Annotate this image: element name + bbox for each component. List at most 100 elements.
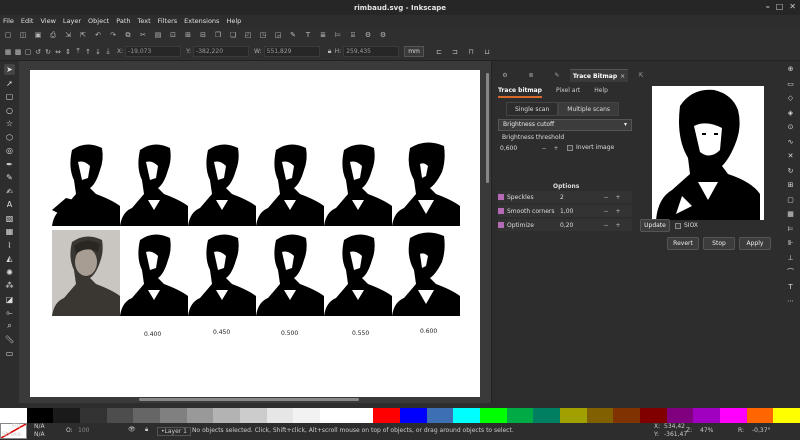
fill-stroke-icon[interactable]: ✎: [288, 30, 298, 40]
update-button[interactable]: Update: [640, 219, 670, 232]
document-properties-icon[interactable]: ⚙: [363, 30, 373, 40]
menu-text[interactable]: Text: [138, 17, 151, 25]
pen-tool-icon[interactable]: ✒: [4, 159, 15, 170]
snap-midpoints-icon[interactable]: ◈: [786, 108, 796, 118]
snap-page-icon[interactable]: ▢: [786, 195, 796, 205]
3d-box-tool-icon[interactable]: ⬡: [4, 132, 15, 143]
minus-icon[interactable]: −: [538, 145, 550, 152]
color-swatch[interactable]: [640, 408, 667, 423]
ungroup-icon[interactable]: ◲: [273, 30, 283, 40]
raise-icon[interactable]: ↑: [83, 47, 93, 57]
lock-ratio-icon[interactable]: 🔒︎: [325, 47, 335, 57]
snap-distribution-icon[interactable]: ⊪: [786, 238, 796, 248]
snap-alignment-icon[interactable]: ⊨: [786, 224, 796, 234]
paste-icon[interactable]: ▤: [153, 30, 163, 40]
detection-mode-select[interactable]: Brightness cutoff ▾: [498, 119, 632, 131]
text-tool-icon[interactable]: A: [4, 199, 15, 210]
color-swatch[interactable]: [266, 408, 294, 423]
move-patterns-icon[interactable]: ⊔: [482, 47, 492, 57]
clone-icon[interactable]: ❏: [228, 30, 238, 40]
subtab-pixel-art[interactable]: Pixel art: [556, 87, 580, 98]
move-gradients-icon[interactable]: ⊓: [466, 47, 476, 57]
eye-icon[interactable]: 👁︎: [128, 426, 136, 433]
print-icon[interactable]: ⎙: [48, 30, 58, 40]
color-swatch[interactable]: [693, 408, 721, 423]
traced-portrait[interactable]: [52, 140, 120, 226]
color-swatch[interactable]: [53, 408, 81, 423]
plus-icon[interactable]: +: [612, 208, 624, 215]
ellipse-tool-icon[interactable]: ○: [4, 105, 15, 116]
menu-path[interactable]: Path: [116, 17, 130, 25]
menu-edit[interactable]: Edit: [21, 17, 34, 25]
connector-tool-icon[interactable]: ⟜: [4, 307, 15, 318]
menu-filters[interactable]: Filters: [158, 17, 177, 25]
option-value[interactable]: 0,20: [560, 222, 600, 229]
layers-icon[interactable]: ≣: [318, 30, 328, 40]
color-swatch[interactable]: [240, 408, 267, 423]
lower-bottom-icon[interactable]: ⤓: [103, 47, 113, 57]
export-tab-icon[interactable]: ⇱: [628, 69, 654, 82]
threshold-value[interactable]: 0,600: [500, 145, 538, 152]
star-tool-icon[interactable]: ☆: [4, 118, 15, 129]
scale-corners-icon[interactable]: ⊐: [450, 47, 460, 57]
invert-image-checkbox[interactable]: Invert image: [567, 144, 614, 151]
color-swatch[interactable]: [506, 408, 534, 423]
zoom-selection-icon[interactable]: ⊡: [168, 30, 178, 40]
traced-portrait[interactable]: [256, 230, 324, 316]
plus-icon[interactable]: +: [612, 194, 624, 201]
close-icon[interactable]: ✕: [789, 2, 796, 11]
minimize-icon[interactable]: –: [766, 2, 770, 11]
color-swatch[interactable]: [346, 408, 374, 423]
lock-icon[interactable]: 🔒︎: [145, 426, 148, 434]
traced-portrait[interactable]: [256, 140, 324, 226]
text-font-icon[interactable]: T: [303, 30, 313, 40]
traced-portrait[interactable]: [324, 140, 392, 226]
checkbox-icon[interactable]: [675, 222, 681, 229]
mesh-tool-icon[interactable]: ▦: [4, 226, 15, 237]
menu-view[interactable]: View: [40, 17, 55, 25]
undo-icon[interactable]: ↶: [93, 30, 103, 40]
gradient-tool-icon[interactable]: ▧: [4, 213, 15, 224]
rotate-cw-icon[interactable]: ↻: [43, 47, 53, 57]
option-value[interactable]: 2: [560, 194, 600, 201]
snap-rotation-icon[interactable]: ↻: [786, 166, 796, 176]
color-swatch[interactable]: [773, 408, 800, 423]
color-swatch[interactable]: [106, 408, 134, 423]
color-swatch[interactable]: [560, 408, 587, 423]
align-icon[interactable]: ⊨: [333, 30, 343, 40]
calligraphy-tool-icon[interactable]: ✍: [4, 186, 15, 197]
checkbox-icon[interactable]: [498, 222, 504, 228]
zoom-page-icon[interactable]: ⊟: [198, 30, 208, 40]
apply-button[interactable]: Apply: [739, 237, 771, 250]
brush-tab-icon[interactable]: ✎: [544, 69, 570, 82]
color-swatch[interactable]: [533, 408, 561, 423]
snap-grid-icon[interactable]: ▦: [786, 209, 796, 219]
duplicate-icon[interactable]: ❐: [213, 30, 223, 40]
open-icon[interactable]: ◫: [18, 30, 28, 40]
menu-object[interactable]: Object: [88, 17, 109, 25]
preferences-icon[interactable]: ⚙: [378, 30, 388, 40]
h-input[interactable]: 259,435: [343, 46, 400, 57]
revert-button[interactable]: Revert: [667, 237, 699, 250]
traced-portrait[interactable]: [324, 230, 392, 316]
redo-icon[interactable]: ↷: [108, 30, 118, 40]
tab-trace-bitmap[interactable]: Trace Bitmap ×: [570, 69, 628, 82]
single-scan-button[interactable]: Single scan: [506, 102, 559, 116]
selector-tool-icon[interactable]: ➤: [4, 64, 15, 75]
lower-icon[interactable]: ↓: [93, 47, 103, 57]
layer-select[interactable]: •Layer 1: [157, 427, 191, 436]
select-all-layers-icon[interactable]: ▩: [13, 47, 23, 57]
color-swatch[interactable]: [453, 408, 481, 423]
multiple-scans-button[interactable]: Multiple scans: [558, 102, 620, 116]
traced-portrait[interactable]: [188, 140, 256, 226]
spiral-tool-icon[interactable]: ◎: [4, 145, 15, 156]
layers-tab-icon[interactable]: ≣: [518, 69, 544, 82]
color-swatch[interactable]: [666, 408, 694, 423]
opacity-value[interactable]: 100: [78, 427, 89, 434]
horizontal-scrollbar[interactable]: [139, 398, 359, 401]
pencil-tool-icon[interactable]: ✎: [4, 172, 15, 183]
export-icon[interactable]: ⇱: [78, 30, 88, 40]
plus-icon[interactable]: +: [550, 145, 562, 152]
minus-icon[interactable]: −: [600, 194, 612, 201]
color-swatch[interactable]: [746, 408, 774, 423]
